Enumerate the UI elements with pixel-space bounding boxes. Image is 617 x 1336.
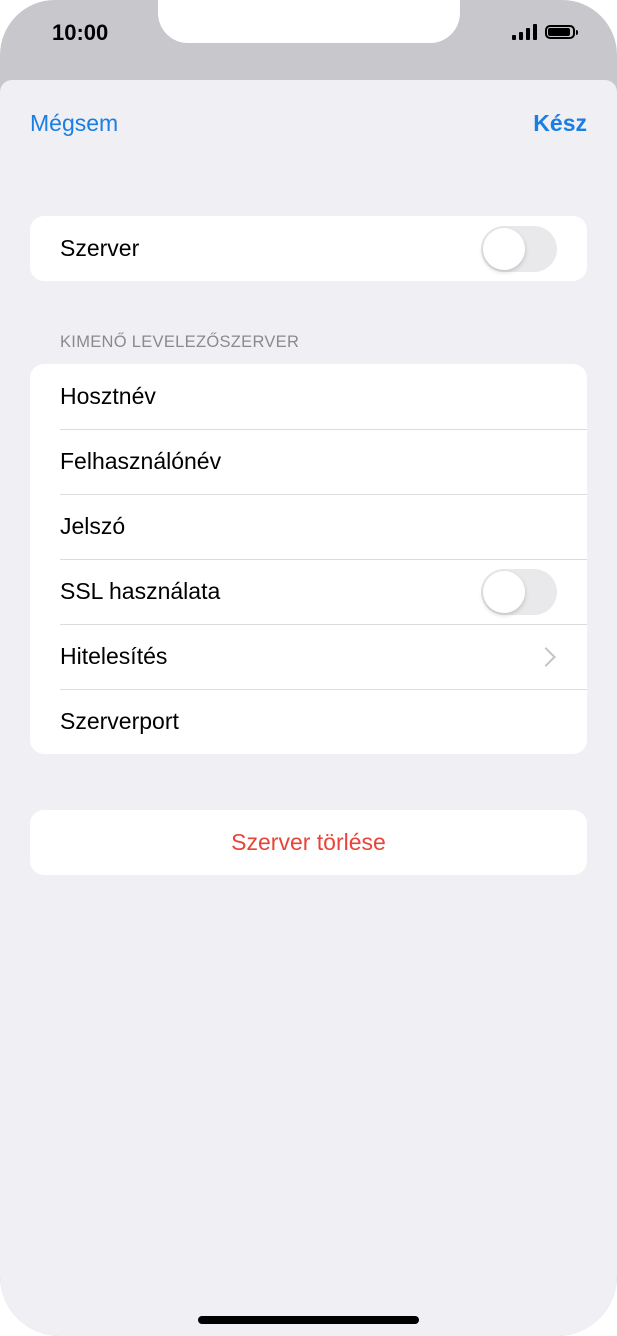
section-header-outgoing: KIMENŐ LEVELEZŐSZERVER xyxy=(60,333,300,351)
row-password[interactable]: Jelszó xyxy=(30,494,587,559)
toggle-knob xyxy=(483,227,525,270)
row-ssl[interactable]: SSL használata xyxy=(30,559,587,624)
cancel-button[interactable]: Mégsem xyxy=(30,110,118,137)
server-label: Szerver xyxy=(60,235,140,261)
row-hostname[interactable]: Hosztnév xyxy=(30,364,587,429)
server-port-label: Szerverport xyxy=(60,708,179,734)
status-icons xyxy=(512,24,578,40)
chevron-right-icon xyxy=(536,646,556,667)
row-authentication[interactable]: Hitelesítés xyxy=(30,624,587,689)
row-username[interactable]: Felhasználónév xyxy=(30,429,587,494)
outgoing-server-group: Hosztnév Felhasználónév Jelszó SSL haszn… xyxy=(30,364,587,754)
server-row[interactable]: Szerver xyxy=(30,216,587,281)
screen-corner-left xyxy=(0,0,60,60)
authentication-label: Hitelesítés xyxy=(60,643,168,669)
signal-icon xyxy=(512,24,537,40)
hostname-label: Hosztnév xyxy=(60,383,156,409)
status-time: 10:00 xyxy=(52,20,109,45)
ssl-label: SSL használata xyxy=(60,578,221,604)
password-label: Jelszó xyxy=(60,513,126,539)
server-toggle[interactable] xyxy=(481,225,557,272)
done-button[interactable]: Kész xyxy=(533,110,587,137)
toggle-knob xyxy=(483,570,525,613)
battery-icon xyxy=(545,25,578,39)
delete-server-button[interactable]: Szerver törlése xyxy=(30,810,587,875)
settings-sheet: Mégsem Kész Szerver KIMENŐ LEVELEZŐSZERV… xyxy=(0,80,617,1336)
ssl-toggle[interactable] xyxy=(481,568,557,615)
home-indicator xyxy=(198,1316,419,1324)
username-label: Felhasználónév xyxy=(60,448,222,474)
notch xyxy=(158,0,460,43)
server-group: Szerver xyxy=(30,216,587,281)
phone-frame: 10:00 Mégsem Kész Szerver KIMENŐ LEVELEZ… xyxy=(0,0,617,1336)
row-server-port[interactable]: Szerverport xyxy=(30,689,587,754)
